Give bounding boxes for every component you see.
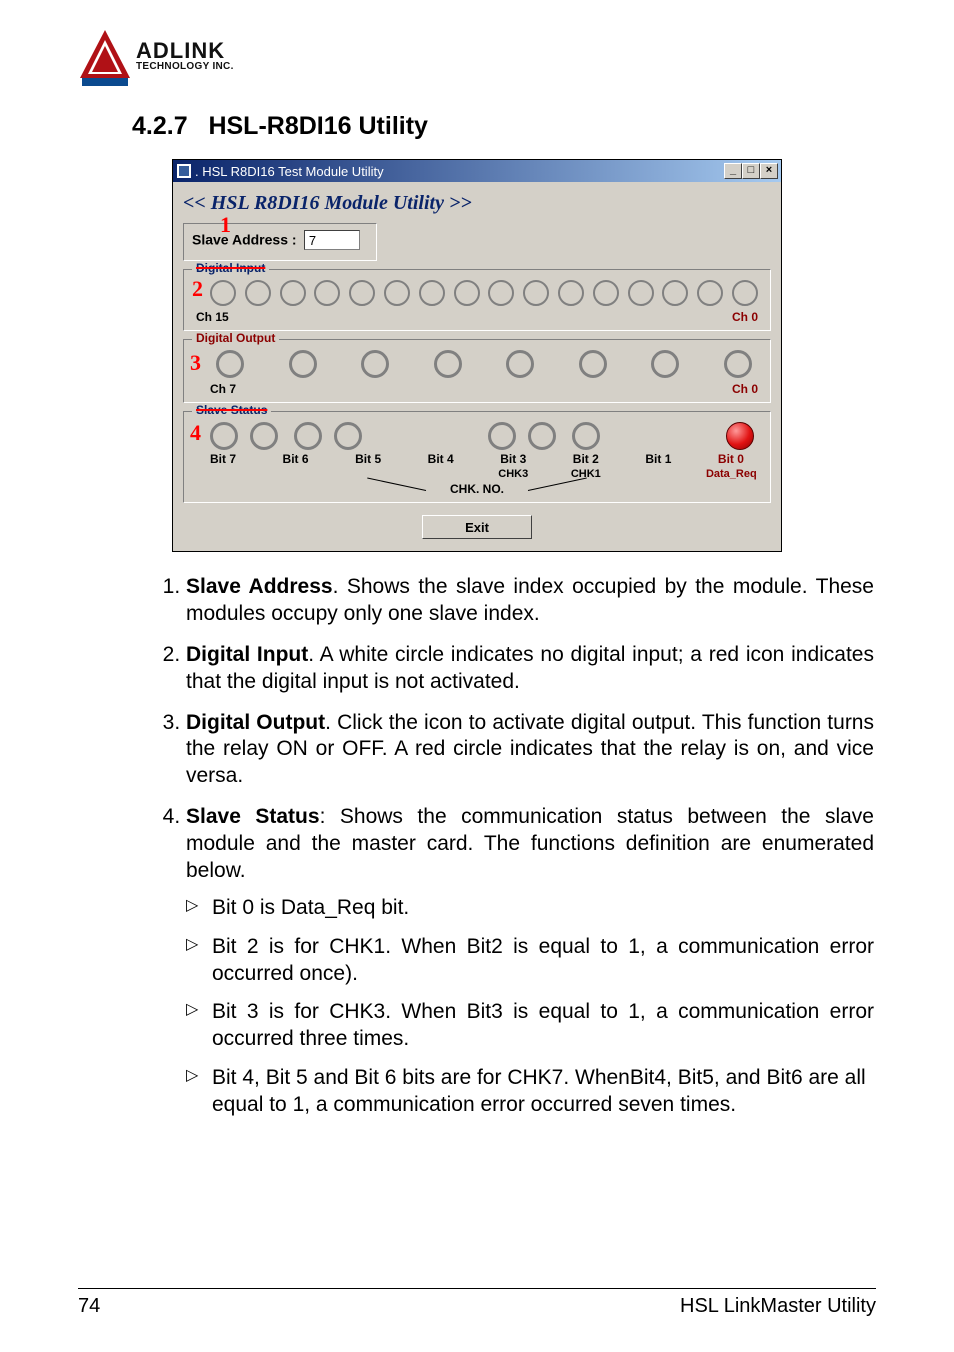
- di-led: [697, 280, 723, 306]
- di-led: [245, 280, 271, 306]
- list-item: Digital Output. Click the icon to activa…: [186, 710, 876, 791]
- minimize-button[interactable]: _: [724, 163, 742, 179]
- sublist-item: Bit 2 is for CHK1. When Bit2 is equal to…: [212, 934, 874, 988]
- status-led: [572, 422, 600, 450]
- do-led[interactable]: [361, 350, 389, 378]
- description-list: Slave Address. Shows the slave index occ…: [78, 574, 876, 1119]
- callout-1: 1: [220, 212, 231, 238]
- window-title: . HSL R8DI16 Test Module Utility: [195, 164, 724, 179]
- slave-address-box: 1 Slave Address :: [183, 223, 377, 261]
- item-2-bold: Digital Input: [186, 643, 308, 666]
- di-led: [593, 280, 619, 306]
- di-led: [314, 280, 340, 306]
- status-led: [250, 422, 278, 450]
- sublist-item: Bit 3 is for CHK3. When Bit3 is equal to…: [212, 999, 874, 1053]
- slave-status-legend: Slave Status: [192, 403, 271, 417]
- section-number: 4.2.7: [132, 112, 188, 140]
- bit0-sub: Data_Req: [706, 468, 757, 480]
- do-led[interactable]: [579, 350, 607, 378]
- footer-title: HSL LinkMaster Utility: [680, 1295, 876, 1318]
- item-3-bold: Digital Output: [186, 711, 325, 734]
- status-led: [334, 422, 362, 450]
- di-led: [628, 280, 654, 306]
- do-ch-right: Ch 0: [732, 382, 758, 396]
- di-led: [558, 280, 584, 306]
- callout-4: 4: [190, 420, 201, 446]
- brand-tagline: TECHNOLOGY INC.: [136, 62, 234, 72]
- di-led: [419, 280, 445, 306]
- close-button[interactable]: ×: [760, 163, 778, 179]
- do-led[interactable]: [506, 350, 534, 378]
- digital-input-group: Digital Input 2 Ch 15Ch 0: [183, 269, 771, 331]
- bit0-label: Bit 0: [718, 452, 744, 466]
- slave-status-group: Slave Status 4 Bit 7 Bit 6 B: [183, 411, 771, 503]
- digital-input-legend: Digital Input: [192, 261, 269, 275]
- list-item: Digital Input. A white circle indicates …: [186, 642, 876, 696]
- slave-address-label: Slave Address :: [192, 232, 297, 248]
- bit2-label: Bit 2: [573, 452, 599, 466]
- di-led: [210, 280, 236, 306]
- bit6-label: Bit 6: [271, 452, 321, 480]
- brand-logo: ADLINK TECHNOLOGY INC.: [78, 28, 876, 88]
- page-number: 74: [78, 1295, 100, 1318]
- di-ch-left: Ch 15: [196, 310, 229, 324]
- di-led: [280, 280, 306, 306]
- do-led[interactable]: [289, 350, 317, 378]
- status-led-bit0: [726, 422, 754, 450]
- app-icon: [177, 164, 191, 178]
- di-led: [523, 280, 549, 306]
- utility-window: . HSL R8DI16 Test Module Utility _ □ × <…: [172, 159, 782, 552]
- do-led[interactable]: [724, 350, 752, 378]
- bit5-label: Bit 5: [343, 452, 393, 480]
- item-1-bold: Slave Address: [186, 575, 333, 598]
- callout-2: 2: [192, 276, 203, 302]
- sublist-item: Bit 4, Bit 5 and Bit 6 bits are for CHK7…: [212, 1065, 874, 1119]
- digital-output-group: Digital Output 3 Ch 7Ch 0: [183, 339, 771, 403]
- di-led: [662, 280, 688, 306]
- do-ch-left: Ch 7: [210, 382, 236, 396]
- bit3-sub: CHK3: [498, 468, 528, 480]
- page-footer: 74 HSL LinkMaster Utility: [78, 1288, 876, 1318]
- section-title: HSL-R8DI16 Utility: [208, 112, 427, 140]
- status-led: [528, 422, 556, 450]
- di-led: [732, 280, 758, 306]
- titlebar: . HSL R8DI16 Test Module Utility _ □ ×: [173, 160, 781, 182]
- sublist-item: Bit 0 is Data_Req bit.: [212, 895, 874, 922]
- item-4-bold: Slave Status: [186, 805, 320, 828]
- di-led: [384, 280, 410, 306]
- chk-no-label: CHK. NO.: [422, 482, 532, 496]
- list-item: Slave Status: Shows the communication st…: [186, 804, 876, 1119]
- do-led[interactable]: [651, 350, 679, 378]
- bit3-label: Bit 3: [500, 452, 526, 466]
- maximize-button[interactable]: □: [742, 163, 760, 179]
- status-led: [294, 422, 322, 450]
- app-title: << HSL R8DI16 Module Utility >>: [183, 192, 771, 215]
- di-led: [349, 280, 375, 306]
- di-led: [454, 280, 480, 306]
- slave-address-input[interactable]: [304, 230, 360, 250]
- do-led[interactable]: [434, 350, 462, 378]
- digital-output-legend: Digital Output: [192, 331, 279, 345]
- status-led: [210, 422, 238, 450]
- callout-3: 3: [190, 350, 201, 376]
- di-led: [488, 280, 514, 306]
- digital-output-leds: [208, 348, 760, 380]
- bit4-label: Bit 4: [416, 452, 466, 480]
- brand-name: ADLINK: [136, 40, 234, 62]
- logo-icon: [78, 28, 132, 88]
- di-ch-right: Ch 0: [732, 310, 758, 324]
- do-led[interactable]: [216, 350, 244, 378]
- section-heading: 4.2.7 HSL-R8DI16 Utility: [132, 112, 876, 141]
- sublist: Bit 0 is Data_Req bit. Bit 2 is for CHK1…: [186, 895, 874, 1119]
- exit-button[interactable]: Exit: [422, 515, 532, 539]
- status-led: [488, 422, 516, 450]
- list-item: Slave Address. Shows the slave index occ…: [186, 574, 876, 628]
- digital-input-leds: [208, 278, 760, 308]
- bit1-label: Bit 1: [633, 452, 683, 480]
- bit7-label: Bit 7: [198, 452, 248, 480]
